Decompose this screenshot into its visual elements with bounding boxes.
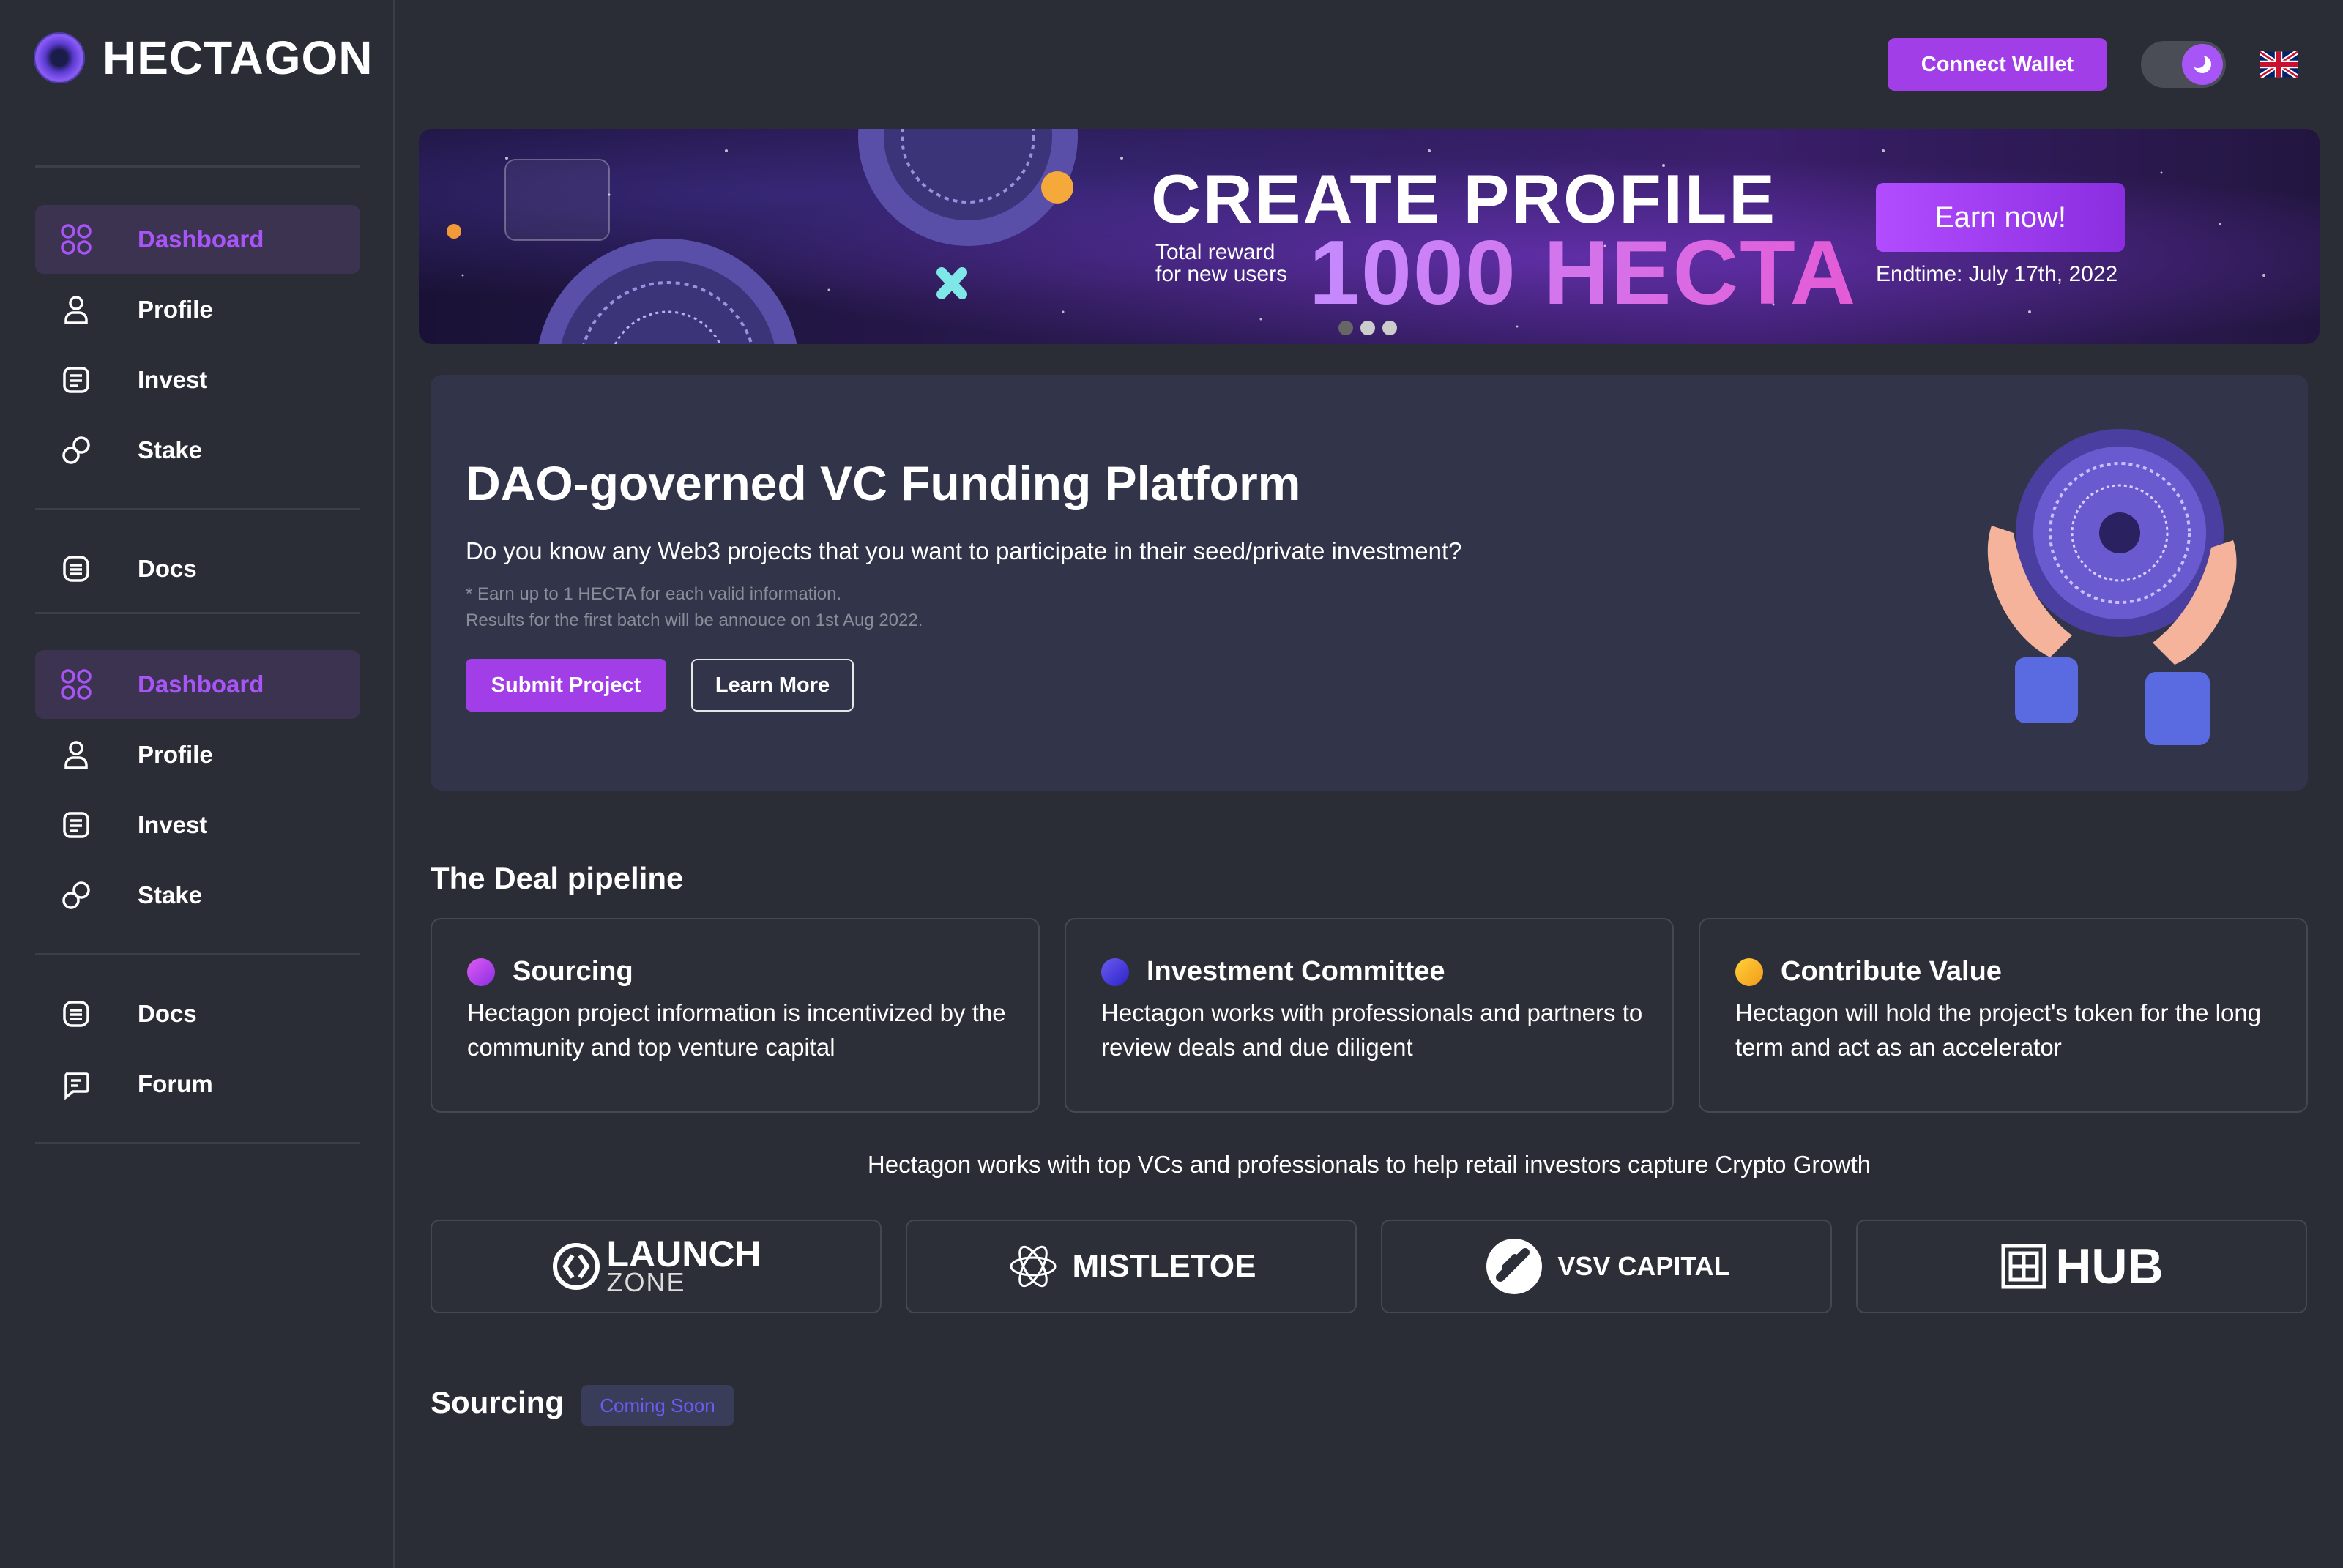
partner-mistletoe[interactable]: MISTLETOE (906, 1220, 1357, 1313)
pipeline-card-investment-committee: Investment Committee Hectagon works with… (1065, 918, 1674, 1113)
pipeline-card-title: Investment Committee (1147, 956, 1445, 987)
sidebar: HECTAGON Dashboard Profile Invest Stake … (0, 0, 395, 1568)
invest-document-icon (60, 809, 92, 841)
partner-hub[interactable]: HUB (1856, 1220, 2307, 1313)
hero-note: Results for the first batch will be anno… (466, 611, 923, 630)
logo-text: HECTAGON (103, 31, 373, 84)
hero-title: DAO-governed VC Funding Platform (466, 456, 1301, 510)
hub-logo-icon (2001, 1244, 2046, 1289)
sidebar-item-label: Profile (138, 741, 213, 768)
mistletoe-logo-icon (1010, 1245, 1056, 1288)
pipeline-card-description: Hectagon project information is incentiv… (467, 999, 1006, 1061)
sidebar-divider (35, 1142, 360, 1144)
partner-launchzone[interactable]: LAUNCH ZONE (431, 1220, 882, 1313)
sidebar-item-label: Docs (138, 1000, 197, 1027)
docs-icon (60, 553, 92, 585)
pipeline-card-title: Contribute Value (1781, 956, 2002, 987)
hectagon-logo-icon (34, 32, 85, 83)
hero-question: Do you know any Web3 projects that you w… (466, 537, 1462, 564)
sourcing-title: Sourcing (431, 1385, 565, 1419)
sourcing-dot-icon (467, 957, 495, 986)
learn-more-button[interactable]: Learn More (691, 659, 854, 712)
forum-chat-icon (60, 1068, 92, 1100)
pipeline-card-sourcing: Sourcing Hectagon project information is… (431, 918, 1040, 1113)
sidebar-item-label: Docs (138, 555, 197, 582)
sidebar-item-docs[interactable]: Docs (35, 534, 360, 603)
sidebar-item-profile[interactable]: Profile (35, 275, 360, 344)
theme-toggle[interactable] (2141, 41, 2226, 88)
sidebar-item-label: Stake (138, 436, 203, 463)
pipeline-card-description: Hectagon works with professionals and pa… (1101, 999, 1643, 1061)
logo[interactable]: HECTAGON (34, 31, 373, 85)
carousel-dots (1338, 321, 1397, 335)
hands-holding-coin-illustration (1987, 429, 2237, 745)
committee-dot-icon (1101, 957, 1129, 986)
hub-logo-text: HUB (2055, 1239, 2164, 1294)
pipeline-title: The Deal pipeline (431, 861, 684, 895)
sidebar-divider (35, 953, 360, 955)
stake-link-icon (60, 879, 92, 911)
sidebar-item-stake[interactable]: Stake (35, 416, 360, 485)
sidebar-item-label: Dashboard (138, 671, 264, 698)
launchzone-logo-text: LAUNCH (606, 1233, 761, 1275)
sidebar-item-label: Dashboard (138, 225, 264, 253)
sidebar-divider (35, 165, 360, 168)
connect-wallet-button[interactable]: Connect Wallet (1888, 38, 2107, 91)
moon-icon (2182, 44, 2223, 85)
sidebar-item-dashboard[interactable]: Dashboard (35, 205, 360, 274)
sidebar-item-invest[interactable]: Invest (35, 791, 360, 859)
stake-link-icon (60, 434, 92, 466)
hero-card: DAO-governed VC Funding Platform Do you … (431, 375, 2308, 791)
promo-banner[interactable]: CREATE PROFILE Total reward for new user… (419, 129, 2320, 344)
sidebar-divider (35, 612, 360, 614)
sidebar-item-stake[interactable]: Stake (35, 861, 360, 930)
partner-vsv-capital[interactable]: VSV CAPITAL (1381, 1220, 1832, 1313)
banner-subtitle-line2: for new users (1155, 262, 1288, 286)
sidebar-item-label: Profile (138, 296, 213, 323)
user-icon (60, 739, 92, 771)
sidebar-item-label: Invest (138, 811, 208, 838)
coin-wheel-decoration (538, 129, 1078, 344)
sidebar-item-profile[interactable]: Profile (35, 720, 360, 789)
carousel-dot[interactable] (1382, 321, 1397, 335)
banner-reward-amount: 1000 HECTA (1309, 223, 1858, 324)
user-icon (60, 294, 92, 326)
sidebar-item-label: Forum (138, 1070, 213, 1097)
submit-project-button[interactable]: Submit Project (466, 659, 666, 712)
pipeline-card-title: Sourcing (513, 956, 633, 987)
sidebar-item-invest[interactable]: Invest (35, 346, 360, 414)
vsv-capital-logo-icon (1486, 1239, 1543, 1294)
contribute-dot-icon (1735, 957, 1763, 986)
banner-subtitle-line1: Total reward (1155, 240, 1275, 264)
sidebar-item-label: Stake (138, 881, 203, 908)
carousel-dot[interactable] (1338, 321, 1353, 335)
sidebar-divider (35, 508, 360, 510)
uk-flag-icon[interactable] (2258, 49, 2299, 80)
launchzone-logo-icon (553, 1243, 600, 1290)
sidebar-item-dashboard[interactable]: Dashboard (35, 650, 360, 719)
sidebar-item-forum[interactable]: Forum (35, 1050, 360, 1119)
carousel-dot[interactable] (1360, 321, 1375, 335)
banner-endtime: Endtime: July 17th, 2022 (1876, 262, 2118, 286)
mistletoe-logo-text: MISTLETOE (1072, 1248, 1256, 1284)
vsv-capital-logo-text: VSV CAPITAL (1557, 1251, 1730, 1281)
coming-soon-badge: Coming Soon (581, 1385, 734, 1426)
earn-now-button[interactable]: Earn now! (1876, 183, 2125, 252)
partners-caption: Hectagon works with top VCs and professi… (867, 1151, 1871, 1178)
sidebar-item-label: Invest (138, 366, 208, 393)
dashboard-grid-icon (60, 668, 92, 701)
invest-document-icon (60, 364, 92, 396)
docs-icon (60, 998, 92, 1030)
pipeline-card-description: Hectagon will hold the project's token f… (1735, 999, 2262, 1061)
launchzone-logo-subtext: ZONE (606, 1267, 686, 1298)
hero-note: * Earn up to 1 HECTA for each valid info… (466, 584, 842, 604)
sidebar-item-docs[interactable]: Docs (35, 979, 360, 1048)
dashboard-grid-icon (60, 223, 92, 255)
pipeline-card-contribute-value: Contribute Value Hectagon will hold the … (1699, 918, 2308, 1113)
